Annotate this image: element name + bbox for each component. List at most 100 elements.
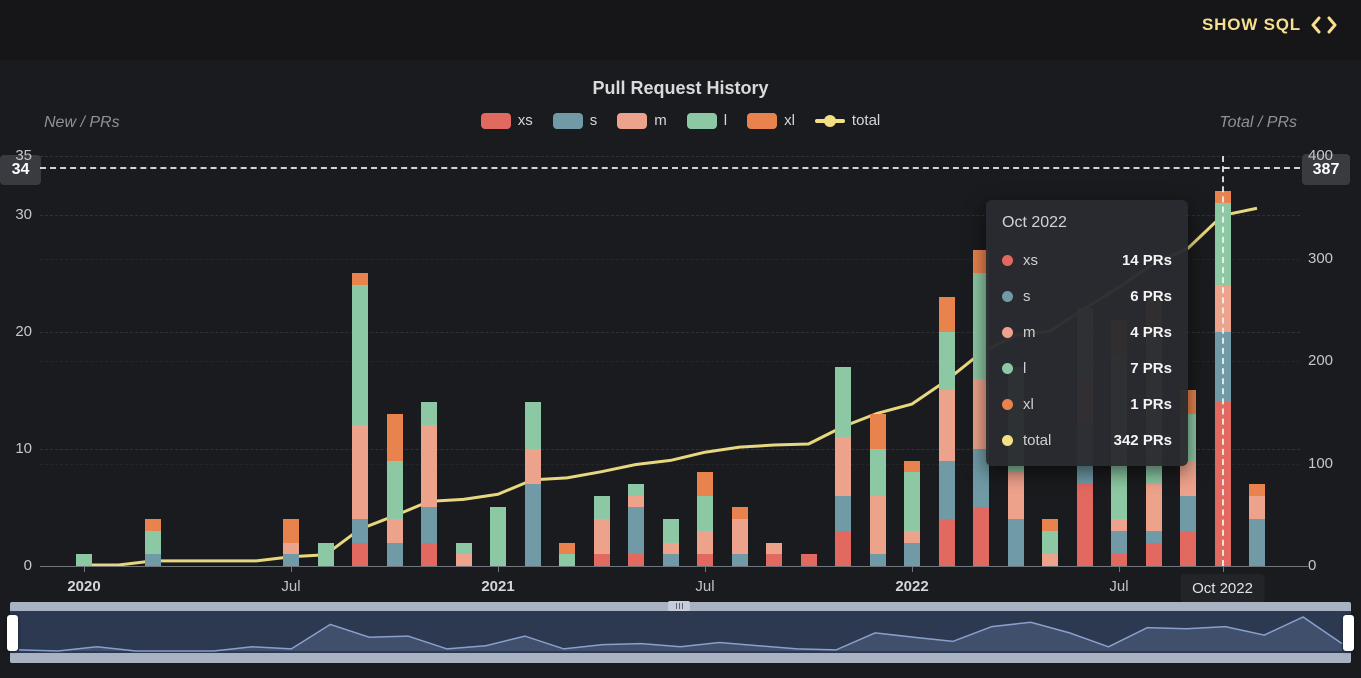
bar-segment-s[interactable] — [663, 554, 679, 566]
bar-segment-m[interactable] — [421, 425, 437, 507]
legend-swatch-icon — [687, 113, 717, 129]
bar-segment-s[interactable] — [1249, 519, 1265, 566]
bar-segment-s[interactable] — [352, 519, 368, 542]
bar-segment-xs[interactable] — [352, 543, 368, 566]
bar-segment-l[interactable] — [870, 449, 886, 496]
bar-segment-s[interactable] — [904, 543, 920, 566]
series-dot-icon — [1002, 399, 1013, 410]
x-axis-tick-label: Jul — [1109, 578, 1128, 595]
bar-segment-xs[interactable] — [835, 531, 851, 566]
bar-segment-l[interactable] — [1042, 531, 1058, 554]
legend-item-xl[interactable]: xl — [747, 112, 795, 129]
bar-segment-l[interactable] — [318, 543, 334, 566]
bar-segment-xl[interactable] — [1042, 519, 1058, 531]
bar-segment-l[interactable] — [697, 496, 713, 531]
bar-segment-xl[interactable] — [697, 472, 713, 495]
bar-segment-xs[interactable] — [697, 554, 713, 566]
bar-segment-m[interactable] — [766, 543, 782, 555]
legend-item-l[interactable]: l — [687, 112, 727, 129]
bar-segment-s[interactable] — [1111, 531, 1127, 554]
bar-segment-m[interactable] — [283, 543, 299, 555]
bar-segment-s[interactable] — [387, 543, 403, 566]
bar-segment-l[interactable] — [76, 554, 92, 566]
bar-segment-s[interactable] — [145, 554, 161, 566]
bar-segment-xs[interactable] — [766, 554, 782, 566]
bar-segment-xs[interactable] — [594, 554, 610, 566]
bar-segment-l[interactable] — [559, 554, 575, 566]
bar-segment-xs[interactable] — [1180, 531, 1196, 566]
bar-segment-s[interactable] — [1008, 519, 1024, 566]
show-sql-button[interactable]: SHOW SQL — [1196, 14, 1343, 36]
bar-segment-xs[interactable] — [421, 543, 437, 566]
bar-segment-xl[interactable] — [732, 507, 748, 519]
bar-segment-xs[interactable] — [1146, 543, 1162, 566]
bar-segment-m[interactable] — [1042, 554, 1058, 566]
bar-segment-l[interactable] — [145, 531, 161, 554]
bar-segment-l[interactable] — [490, 507, 506, 566]
bar-segment-l[interactable] — [352, 285, 368, 426]
series-dot-icon — [1002, 435, 1013, 446]
bar-segment-xl[interactable] — [559, 543, 575, 555]
bar-segment-l[interactable] — [663, 519, 679, 542]
legend-item-xs[interactable]: xs — [481, 112, 533, 129]
bar-segment-l[interactable] — [904, 472, 920, 531]
bar-segment-m[interactable] — [1249, 496, 1265, 519]
bar-segment-xl[interactable] — [904, 461, 920, 473]
bar-segment-xs[interactable] — [801, 554, 817, 566]
bar-segment-m[interactable] — [697, 531, 713, 554]
bar-segment-l[interactable] — [628, 484, 644, 496]
bar-segment-m[interactable] — [835, 437, 851, 496]
bar-segment-s[interactable] — [1146, 531, 1162, 543]
legend-item-s[interactable]: s — [553, 112, 598, 129]
bar-segment-s[interactable] — [628, 507, 644, 554]
bar-segment-l[interactable] — [456, 543, 472, 555]
bar-segment-xs[interactable] — [939, 519, 955, 566]
bar-segment-s[interactable] — [525, 484, 541, 566]
bar-segment-xs[interactable] — [1077, 484, 1093, 566]
bar-segment-m[interactable] — [939, 390, 955, 460]
datazoom-left-handle[interactable] — [7, 615, 18, 651]
bar-segment-s[interactable] — [1180, 496, 1196, 531]
bar-segment-xs[interactable] — [973, 507, 989, 566]
datazoom-grip-handle[interactable] — [668, 601, 690, 611]
bar-segment-s[interactable] — [421, 507, 437, 542]
bar-segment-m[interactable] — [1146, 484, 1162, 531]
bar-segment-m[interactable] — [387, 519, 403, 542]
bar-segment-l[interactable] — [421, 402, 437, 425]
bar-segment-xl[interactable] — [939, 297, 955, 332]
bar-segment-xl[interactable] — [1249, 484, 1265, 496]
bar-segment-l[interactable] — [387, 461, 403, 520]
bar-segment-m[interactable] — [352, 425, 368, 519]
bar-segment-s[interactable] — [939, 461, 955, 520]
bar-segment-m[interactable] — [456, 554, 472, 566]
bar-segment-s[interactable] — [870, 554, 886, 566]
bar-segment-xl[interactable] — [352, 273, 368, 285]
legend-item-total[interactable]: total — [815, 112, 880, 129]
bar-segment-l[interactable] — [525, 402, 541, 449]
bar-segment-xs[interactable] — [1111, 554, 1127, 566]
bar-segment-xs[interactable] — [628, 554, 644, 566]
legend-label: m — [654, 112, 667, 129]
bar-segment-m[interactable] — [1111, 519, 1127, 531]
bar-segment-xl[interactable] — [145, 519, 161, 531]
bar-segment-s[interactable] — [283, 554, 299, 566]
bar-segment-l[interactable] — [835, 367, 851, 437]
bar-segment-xl[interactable] — [283, 519, 299, 542]
datazoom-track-bottom[interactable] — [10, 653, 1351, 663]
bar-segment-m[interactable] — [663, 543, 679, 555]
bar-segment-m[interactable] — [870, 496, 886, 555]
bar-segment-xl[interactable] — [387, 414, 403, 461]
bar-segment-l[interactable] — [939, 332, 955, 391]
bar-segment-m[interactable] — [594, 519, 610, 554]
legend-item-m[interactable]: m — [617, 112, 667, 129]
bar-segment-xl[interactable] — [870, 414, 886, 449]
datazoom-right-handle[interactable] — [1343, 615, 1354, 651]
bar-segment-m[interactable] — [525, 449, 541, 484]
bar-segment-s[interactable] — [835, 496, 851, 531]
bar-segment-s[interactable] — [732, 554, 748, 566]
bar-segment-l[interactable] — [594, 496, 610, 519]
bar-segment-m[interactable] — [732, 519, 748, 554]
bar-segment-m[interactable] — [904, 531, 920, 543]
bar-segment-m[interactable] — [628, 496, 644, 508]
bar-segment-m[interactable] — [1008, 472, 1024, 519]
